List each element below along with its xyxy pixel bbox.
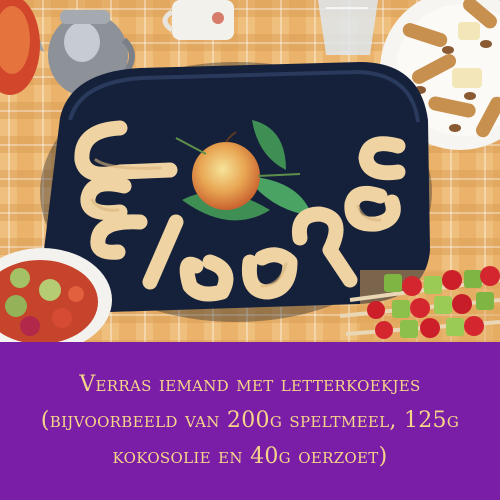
- white-mug: [162, 0, 234, 40]
- caption-banner: Verras iemand met letterkoekjes (bijvoor…: [0, 342, 500, 500]
- photo: [0, 0, 500, 342]
- caption-line-2: (bijvoorbeeld van 200g speltmeel, 125g: [40, 408, 460, 433]
- water-glass: [318, 0, 378, 55]
- caption-line-1: Verras iemand met letterkoekjes: [79, 372, 421, 397]
- caption-line-3: kokosolie en 40g oerzoet): [112, 444, 388, 469]
- photo-illustration: [0, 0, 500, 342]
- image-frame: Verras iemand met letterkoekjes (bijvoor…: [0, 0, 500, 500]
- fruit-skewers: [339, 266, 500, 342]
